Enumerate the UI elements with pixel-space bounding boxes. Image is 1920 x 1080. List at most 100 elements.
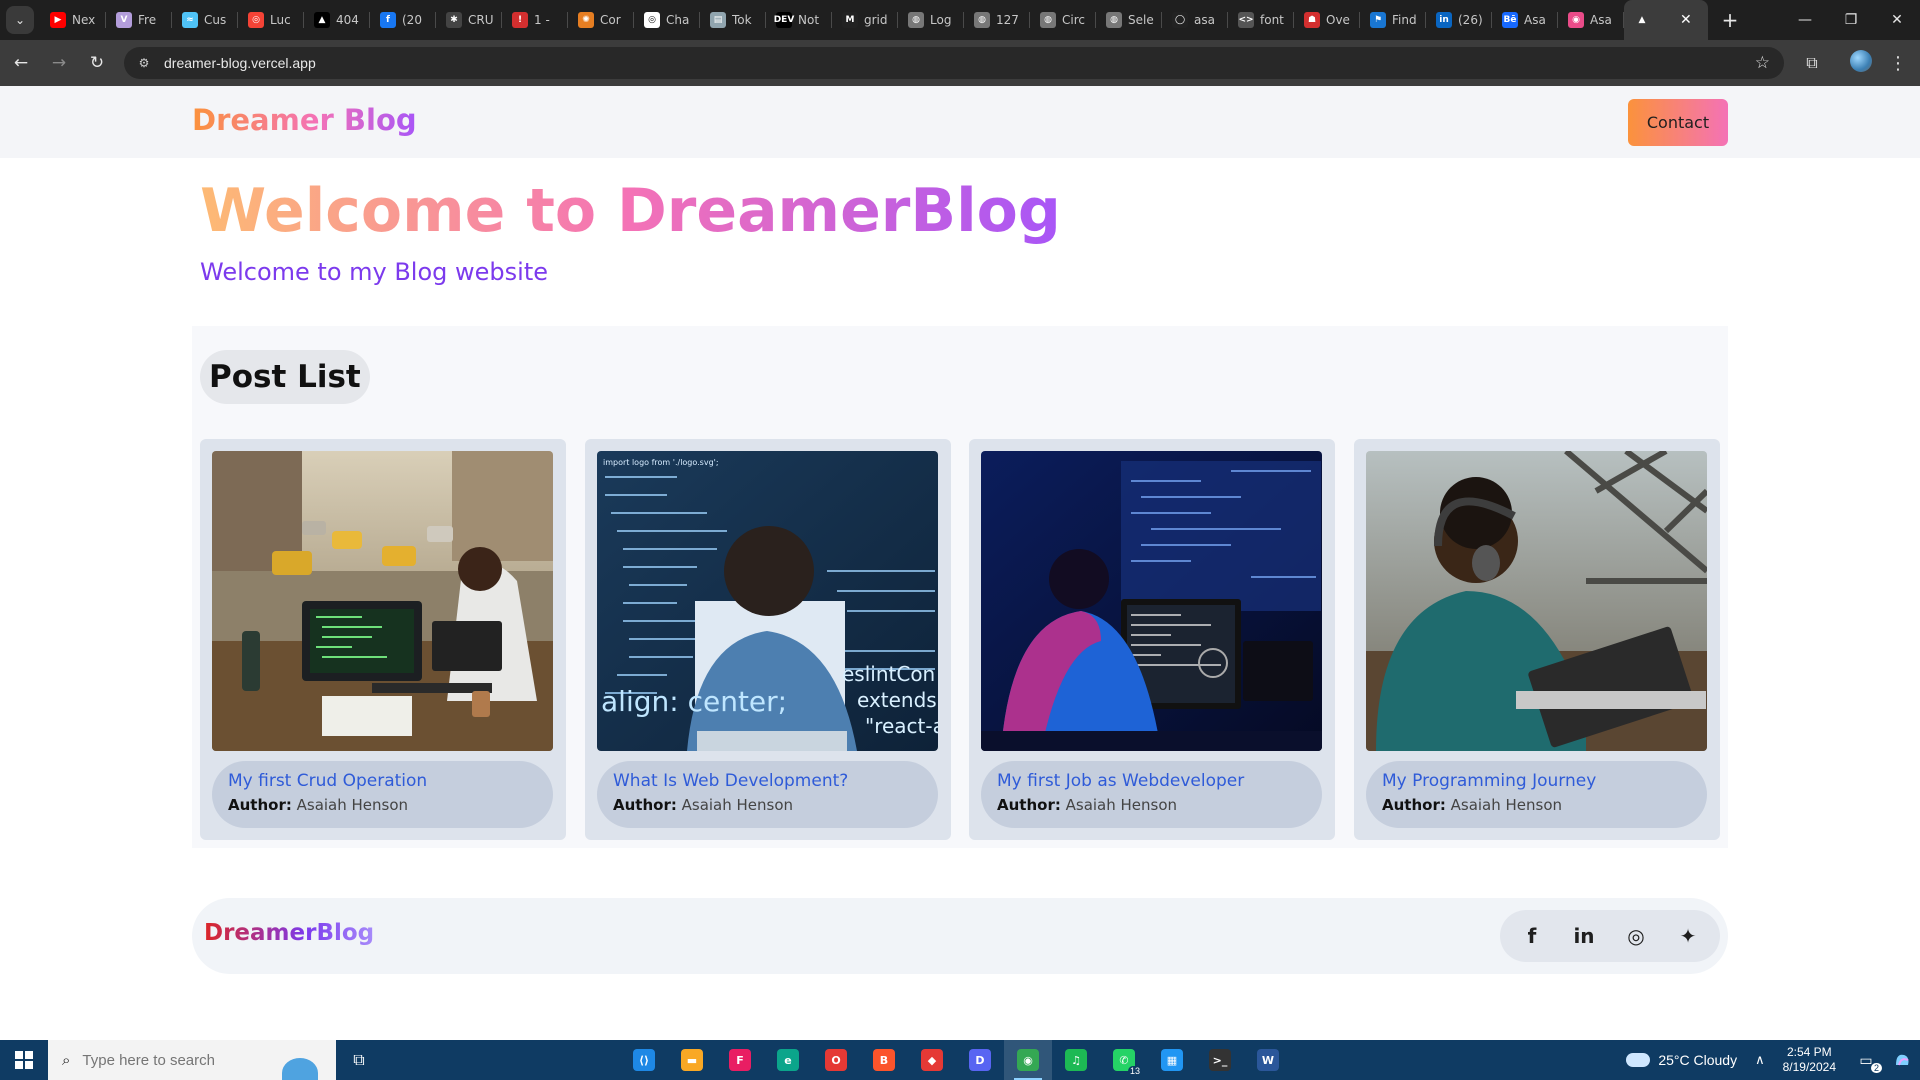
minimize-button[interactable]: — bbox=[1782, 0, 1828, 40]
browser-tab[interactable]: ▶ Nex bbox=[40, 0, 106, 40]
browser-tab[interactable]: Mgrid bbox=[832, 0, 898, 40]
contact-button[interactable]: Contact bbox=[1628, 99, 1728, 146]
browser-tab[interactable]: ◉ Asa bbox=[1558, 0, 1624, 40]
browser-tab[interactable]: ◯ asa bbox=[1162, 0, 1228, 40]
site-info-icon[interactable]: ⚙ bbox=[136, 55, 152, 71]
reload-button[interactable]: ↻ bbox=[80, 46, 114, 80]
browser-tab[interactable]: DEV Not bbox=[766, 0, 832, 40]
taskbar-app[interactable]: e bbox=[764, 1040, 812, 1080]
footer-logo[interactable]: DreamerBlog bbox=[204, 920, 374, 946]
post-card[interactable]: My Programming Journey Author: Asaiah He… bbox=[1354, 439, 1720, 840]
post-thumbnail[interactable] bbox=[1366, 451, 1707, 751]
taskbar-app[interactable]: D bbox=[956, 1040, 1004, 1080]
post-thumbnail[interactable] bbox=[212, 451, 553, 751]
taskbar-app[interactable]: ▬ bbox=[668, 1040, 716, 1080]
browser-tab[interactable]: ▲ 404 bbox=[304, 0, 370, 40]
browser-tab[interactable]: ✺ Cor bbox=[568, 0, 634, 40]
taskbar-app[interactable]: ▦ bbox=[1148, 1040, 1196, 1080]
tab-title: grid bbox=[864, 13, 888, 27]
post-card[interactable]: My first Job as Webdeveloper Author: Asa… bbox=[969, 439, 1335, 840]
browser-tab[interactable]: ⚑ Find bbox=[1360, 0, 1426, 40]
author-label: Author: bbox=[997, 796, 1061, 814]
developer-on-street-photo bbox=[212, 451, 553, 751]
site-logo[interactable]: Dreamer Blog bbox=[192, 103, 417, 137]
taskbar-app[interactable]: >_ bbox=[1196, 1040, 1244, 1080]
browser-tab[interactable]: V Fre bbox=[106, 0, 172, 40]
post-card[interactable]: import logo from './logo.svg'; align: ce… bbox=[585, 439, 951, 840]
forward-button[interactable]: → bbox=[42, 46, 76, 80]
taskbar-search[interactable]: ⌕ bbox=[48, 1040, 336, 1080]
task-view-button[interactable]: ⧉ bbox=[336, 1040, 382, 1080]
weather-widget[interactable]: 25°C Cloudy bbox=[1626, 1052, 1737, 1068]
browser-tab[interactable]: ◍ 127 bbox=[964, 0, 1030, 40]
restore-button[interactable]: ❐ bbox=[1828, 0, 1874, 40]
browser-tab[interactable]: ◎ Luc bbox=[238, 0, 304, 40]
taskbar-app[interactable]: W bbox=[1244, 1040, 1292, 1080]
tab-title: CRU bbox=[468, 13, 494, 27]
terminal-icon: >_ bbox=[1209, 1049, 1231, 1071]
vercel-icon: ▲ bbox=[1638, 15, 1646, 25]
claude-icon: ✺ bbox=[578, 12, 594, 28]
browser-menu-icon[interactable]: ⋮ bbox=[1888, 48, 1908, 78]
url-text[interactable]: dreamer-blog.vercel.app bbox=[164, 55, 316, 71]
bridge-laptop-photo bbox=[1366, 451, 1707, 751]
taskbar-app[interactable]: ◆ bbox=[908, 1040, 956, 1080]
browser-toolbar: ← → ↻ ⚙ dreamer-blog.vercel.app ☆ ⧉ ⋮ bbox=[0, 40, 1920, 86]
close-tab-icon[interactable]: ✕ bbox=[1680, 12, 1692, 28]
code-snippet: import logo from './logo.svg'; bbox=[603, 458, 719, 467]
tab-title: 127 bbox=[996, 13, 1019, 27]
new-tab-button[interactable]: + bbox=[1716, 6, 1744, 34]
tab-title: Fre bbox=[138, 13, 157, 27]
post-thumbnail[interactable] bbox=[981, 451, 1322, 751]
back-button[interactable]: ← bbox=[4, 46, 38, 80]
browser-tab[interactable]: ◍ Circ bbox=[1030, 0, 1096, 40]
post-title-link[interactable]: My Programming Journey bbox=[1382, 771, 1691, 791]
post-thumbnail[interactable]: import logo from './logo.svg'; align: ce… bbox=[597, 451, 938, 751]
profile-avatar[interactable] bbox=[1850, 50, 1872, 72]
cloud-icon bbox=[1626, 1053, 1651, 1067]
extensions-puzzle-icon[interactable]: ⧉ bbox=[1797, 48, 1827, 78]
tray-overflow-icon[interactable]: ∧ bbox=[1755, 1052, 1765, 1068]
start-button[interactable] bbox=[0, 1040, 48, 1080]
facebook-icon[interactable]: f bbox=[1512, 916, 1552, 956]
twitter-icon[interactable]: ✦ bbox=[1668, 916, 1708, 956]
taskbar-app[interactable]: F bbox=[716, 1040, 764, 1080]
post-list-section: Post List My first Crud Operation Author… bbox=[192, 326, 1728, 848]
browser-tab[interactable]: ☗ Ove bbox=[1294, 0, 1360, 40]
browser-tab[interactable]: Bē Asa bbox=[1492, 0, 1558, 40]
instagram-icon[interactable]: ◎ bbox=[1616, 916, 1656, 956]
post-meta: My first Job as Webdeveloper Author: Asa… bbox=[981, 761, 1322, 828]
post-title-link[interactable]: My first Job as Webdeveloper bbox=[997, 771, 1306, 791]
copilot-icon[interactable] bbox=[1884, 1040, 1920, 1080]
browser-tab[interactable]: ◍ Log bbox=[898, 0, 964, 40]
tab-search-button[interactable]: ⌄ bbox=[6, 6, 34, 34]
address-bar[interactable]: ⚙ dreamer-blog.vercel.app ☆ bbox=[124, 47, 1784, 79]
notification-center-icon[interactable]: ▭ 2 bbox=[1848, 1040, 1884, 1080]
taskbar-app[interactable]: O bbox=[812, 1040, 860, 1080]
browser-tab[interactable]: ! 1 - bbox=[502, 0, 568, 40]
taskbar-app[interactable]: B bbox=[860, 1040, 908, 1080]
browser-tab[interactable]: in (26) bbox=[1426, 0, 1492, 40]
linkedin-icon[interactable]: in bbox=[1564, 916, 1604, 956]
close-window-button[interactable]: ✕ bbox=[1874, 0, 1920, 40]
post-title-link[interactable]: My first Crud Operation bbox=[228, 771, 537, 791]
bookmark-star-icon[interactable]: ☆ bbox=[1755, 53, 1770, 73]
browser-tab[interactable]: f (20 bbox=[370, 0, 436, 40]
browser-tab[interactable]: ≈ Cus bbox=[172, 0, 238, 40]
browser-tab[interactable]: ◍ Sele bbox=[1096, 0, 1162, 40]
globe-icon: ◍ bbox=[974, 12, 990, 28]
taskbar-app[interactable]: ⟨⟩ bbox=[620, 1040, 668, 1080]
taskbar-search-input[interactable] bbox=[82, 1051, 263, 1069]
browser-tab[interactable]: <> font bbox=[1228, 0, 1294, 40]
browser-tab[interactable]: ▤ Tok bbox=[700, 0, 766, 40]
active-browser-tab[interactable]: ▲ ✕ bbox=[1624, 0, 1708, 40]
taskbar-app[interactable]: ♫ bbox=[1052, 1040, 1100, 1080]
post-title-link[interactable]: What Is Web Development? bbox=[613, 771, 922, 791]
taskbar-app[interactable]: ◉ bbox=[1004, 1040, 1052, 1080]
code-snippet-align: align: center; bbox=[601, 685, 787, 718]
browser-tab[interactable]: ✱ CRU bbox=[436, 0, 502, 40]
clock[interactable]: 2:54 PM 8/19/2024 bbox=[1783, 1045, 1836, 1075]
taskbar-app[interactable]: ✆ 13 bbox=[1100, 1040, 1148, 1080]
browser-tab[interactable]: ◎ Cha bbox=[634, 0, 700, 40]
post-card[interactable]: My first Crud Operation Author: Asaiah H… bbox=[200, 439, 566, 840]
